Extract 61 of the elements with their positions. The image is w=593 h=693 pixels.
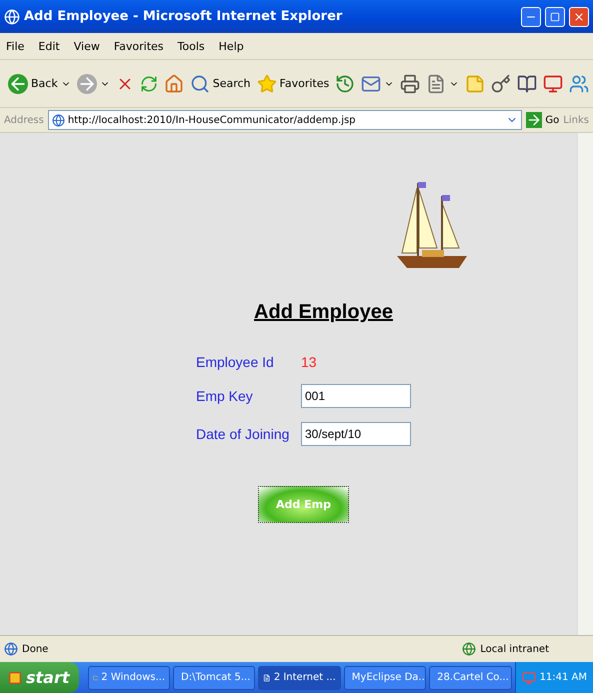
book-icon — [517, 74, 538, 94]
star-icon — [256, 74, 277, 94]
menu-item[interactable]: Help — [218, 40, 244, 52]
menu-item[interactable]: Edit — [38, 40, 60, 52]
mail-icon — [361, 74, 382, 94]
printer-icon — [400, 74, 420, 94]
toolbar-button[interactable] — [400, 74, 420, 94]
refresh-icon — [140, 74, 158, 92]
maximize-button[interactable] — [545, 6, 565, 26]
search-icon — [190, 74, 210, 94]
page-heading: Add Employee — [254, 301, 393, 324]
key-icon — [491, 74, 512, 94]
menu-item[interactable]: File — [6, 40, 24, 52]
page-icon — [52, 114, 65, 126]
input-field[interactable]: 30/sept/10 — [301, 422, 411, 446]
clock: 11:41 AM — [540, 672, 588, 683]
home-icon — [164, 74, 184, 94]
toolbar-button[interactable]: Favorites — [256, 74, 330, 94]
menu-item[interactable]: Tools — [178, 40, 205, 52]
forward-icon — [76, 74, 97, 94]
menu-item[interactable]: View — [74, 40, 100, 52]
toolbar-button[interactable] — [335, 74, 356, 94]
window-title: Add Employee - Microsoft Internet Explorer — [24, 9, 344, 24]
toolbar-button[interactable]: Back — [8, 74, 71, 94]
taskbar-button[interactable]: 2 Internet ... — [258, 666, 341, 690]
globe-icon — [462, 642, 476, 656]
address-field[interactable]: http://localhost:2010/In-HouseCommunicator/addemp.jsp — [48, 110, 522, 130]
toolbar-button[interactable] — [361, 74, 394, 94]
menu-item[interactable]: Favorites — [114, 40, 164, 52]
go-icon — [526, 112, 542, 128]
note-icon — [465, 74, 486, 94]
windows-icon — [8, 670, 22, 684]
taskbar-button[interactable]: D:\Tomcat 5... — [173, 666, 256, 690]
toolbar-button[interactable] — [517, 74, 538, 94]
browser-icon — [4, 8, 20, 24]
close-button[interactable] — [569, 6, 589, 26]
start-button[interactable]: start — [0, 662, 79, 693]
taskbar-button[interactable]: MyEclipse Da... — [344, 666, 426, 690]
page-icon — [4, 642, 18, 656]
scrollbar[interactable] — [577, 133, 593, 635]
toolbar-button[interactable] — [426, 74, 460, 94]
maximize-icon — [550, 12, 560, 22]
minimize-button[interactable] — [521, 6, 541, 26]
go-button[interactable]: Go — [526, 112, 560, 128]
history-icon — [335, 74, 356, 94]
field-label: Emp Key — [196, 388, 254, 404]
zone-text: Local intranet — [480, 644, 549, 654]
field-label: Employee Id — [196, 354, 275, 370]
toolbar-button[interactable] — [491, 74, 512, 94]
field-value: 13 — [301, 354, 318, 370]
status-text: Done — [22, 644, 50, 654]
taskbar-button[interactable]: 2 Windows... — [88, 666, 170, 690]
window-icon — [263, 672, 271, 684]
close-icon — [573, 10, 585, 22]
taskbar-button[interactable]: 28.Cartel Co... — [429, 666, 512, 690]
field-label: Date of Joining — [196, 426, 290, 442]
toolbar-button[interactable]: Search — [190, 74, 251, 94]
back-icon — [8, 74, 28, 94]
address-label: Address — [4, 114, 44, 126]
input-field[interactable]: 001 — [301, 384, 411, 408]
document-icon — [426, 74, 446, 94]
